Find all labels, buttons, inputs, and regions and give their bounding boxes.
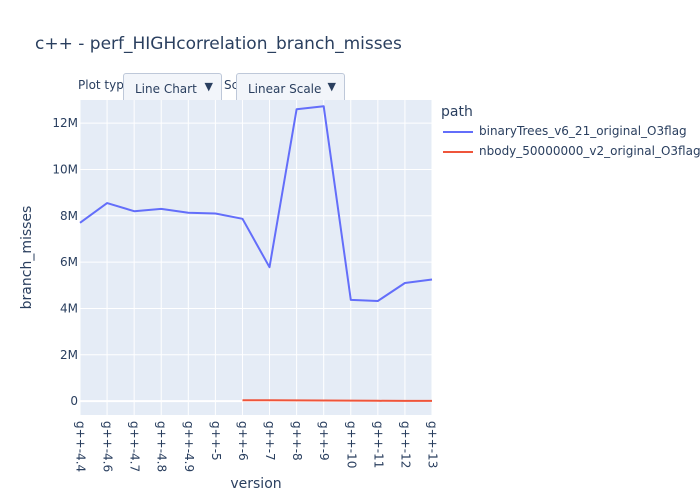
x-tick-label: g++-4.7 <box>128 421 142 472</box>
legend-label: nbody_50000000_v2_original_O3flag <box>479 144 700 158</box>
legend-swatch <box>443 150 473 153</box>
y-tick-label: 4M <box>60 301 78 315</box>
x-tick-label: g++-7 <box>263 421 277 461</box>
x-tick-label: g++-4.4 <box>74 421 88 472</box>
x-tick-label: g++-9 <box>317 421 331 461</box>
x-tick-label: g++-4.8 <box>155 421 169 472</box>
series-line-nbody <box>242 399 432 402</box>
x-tick-label: g++-5 <box>209 421 223 461</box>
y-tick-label: 2M <box>60 348 78 362</box>
y-tick-label: 12M <box>52 116 78 130</box>
line-chart: g++-4.4 g++-4.6 g++-4.7 g++-4.8 g++-4.9 g++-5… <box>19 100 440 492</box>
x-tick-label: g++-11 <box>371 421 385 468</box>
x-tick-label: g++-6 <box>236 421 250 461</box>
x-tick-label: g++-12 <box>398 421 412 468</box>
y-tick-label: 10M <box>52 162 78 176</box>
x-tick-label: g++-4.9 <box>182 421 196 472</box>
x-tick-label: g++-10 <box>344 421 358 468</box>
legend-swatch <box>443 130 473 133</box>
legend-label: binaryTrees_v6_21_original_O3flag <box>479 124 687 138</box>
x-tick-label: g++-4.6 <box>101 421 115 472</box>
x-tick-label: g++-13 <box>426 421 440 468</box>
legend-item-binarytrees[interactable]: binaryTrees_v6_21_original_O3flag <box>443 124 687 138</box>
legend-item-nbody[interactable]: nbody_50000000_v2_original_O3flag <box>443 144 700 158</box>
y-tick-label: 8M <box>60 209 78 223</box>
legend-title: path <box>441 104 473 120</box>
x-axis-title: version <box>230 476 281 492</box>
y-axis-title: branch_misses <box>19 206 35 310</box>
y-tick-label: 0 <box>70 394 78 408</box>
y-tick-label: 6M <box>60 255 78 269</box>
x-tick-label: g++-8 <box>290 421 304 461</box>
plot-area <box>80 100 432 415</box>
